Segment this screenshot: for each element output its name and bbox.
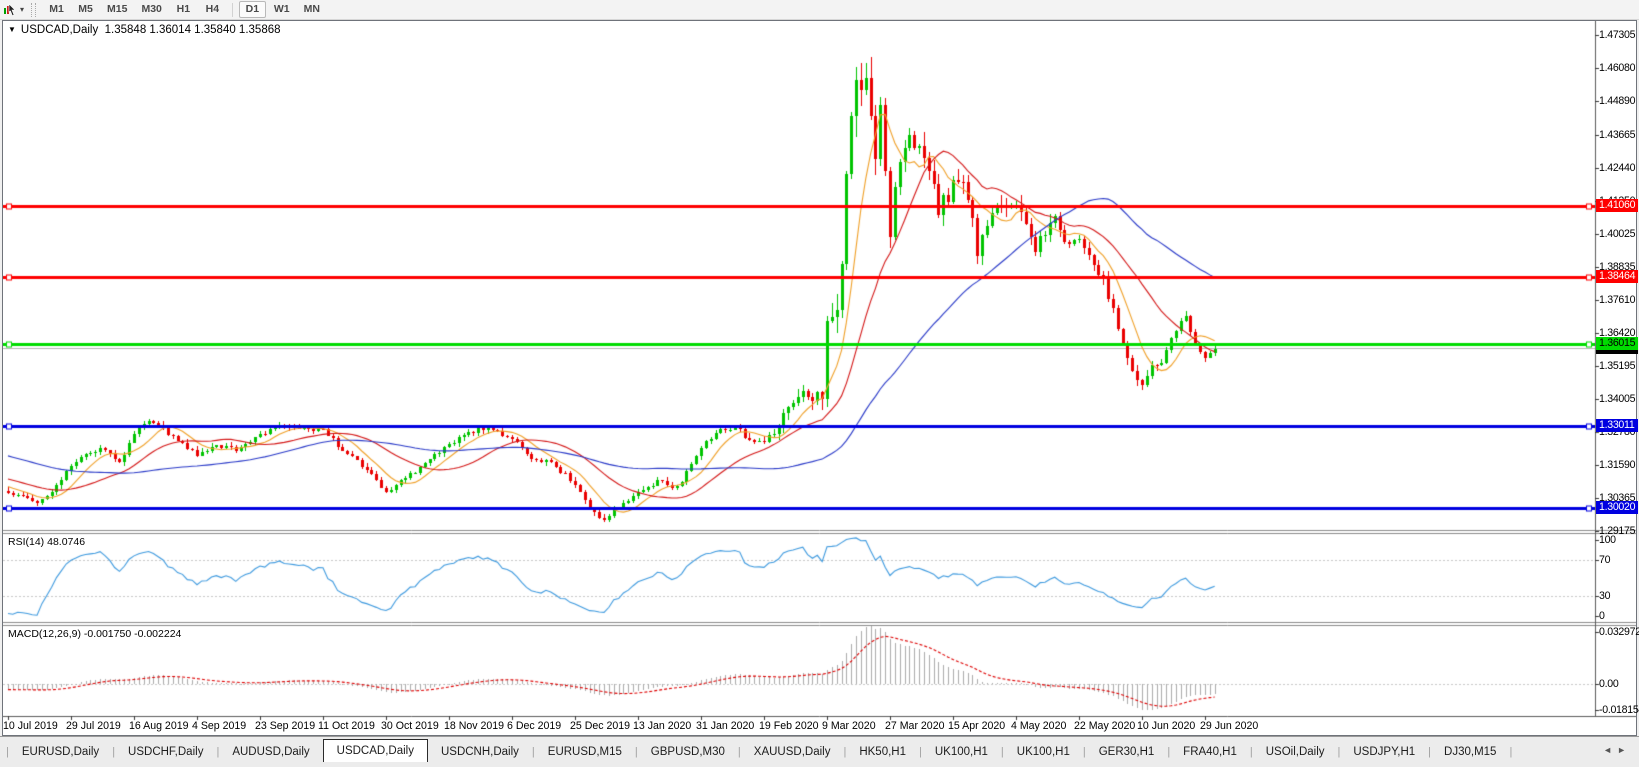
price-tick-label: 1.46080 [1599,62,1636,75]
date-label: 13 Jan 2020 [633,720,692,732]
timeframe-m15-button[interactable]: M15 [101,1,133,18]
hline-price-label: 1.38464 [1596,270,1638,284]
macd-axis-label: 0.032972 [1599,626,1639,638]
tab-usdchf-daily[interactable]: USDCHF,Daily [115,742,216,762]
price-tick-label: 1.34005 [1599,392,1636,405]
tab-scroll-arrows[interactable]: ◄► [1603,745,1631,755]
tab-eurusd-daily[interactable]: EURUSD,Daily [9,742,112,762]
timeframe-m30-button[interactable]: M30 [135,1,167,18]
tab-gbpusd-m30[interactable]: GBPUSD,M30 [638,742,738,762]
rsi-level-label: 70 [1599,554,1611,567]
price-tick-label: 1.40025 [1599,228,1636,241]
tab-audusd-daily[interactable]: AUDUSD,Daily [219,742,322,762]
tab-ger30-h1[interactable]: GER30,H1 [1086,742,1168,762]
chart-title-ohlc: 1.35848 1.36014 1.35840 1.35868 [104,24,281,36]
tool-dropdown-arrow[interactable]: ▾ [20,5,24,14]
tab-usdcad-daily[interactable]: USDCAD,Daily [322,739,428,762]
date-label: 16 Aug 2019 [129,720,189,732]
date-label: 31 Jan 2020 [696,720,755,732]
mt4-terminal: ▾ M1 M5 M15 M30 H1 H4 D1 W1 MN ▼ USDCAD,Daily 1.3… [0,0,1639,767]
date-label: 11 Oct 2019 [318,720,375,732]
price-tick-label: 1.44890 [1599,95,1636,108]
price-tick-label: 1.35195 [1599,360,1636,373]
timeframe-m5-button[interactable]: M5 [72,1,99,18]
chart-title: ▼ USDCAD,Daily 1.35848 1.36014 1.35840 1.… [8,24,281,36]
price-tick-label: 1.42440 [1599,162,1636,174]
tab-usdcnh-daily[interactable]: USDCNH,Daily [428,742,532,762]
timeframe-h1-button[interactable]: H1 [170,1,197,18]
date-label: 4 May 2020 [1011,720,1067,732]
date-label: 19 Feb 2020 [759,720,819,732]
timeframe-mn-button[interactable]: MN [298,1,326,18]
tab-fra40-h1[interactable]: FRA40,H1 [1170,742,1250,762]
tab-scroll-right-icon: ► [1617,745,1631,755]
date-label: 4 Sep 2019 [192,720,247,732]
macd-indicator-label: MACD(12,26,9) -0.001750 -0.002224 [8,628,182,640]
chart-menu-arrow-icon[interactable]: ▼ [8,25,16,34]
date-label: 10 Jun 2020 [1137,720,1196,732]
price-tick-label: 1.37610 [1599,294,1636,307]
hline-price-label: 1.30020 [1596,501,1638,515]
macd-axis-label: -0.018154 [1599,704,1639,716]
chart-title-symbol: USDCAD,Daily [20,24,99,36]
tab-xauusd-daily[interactable]: XAUUSD,Daily [741,742,844,762]
timeframe-h4-button[interactable]: H4 [199,1,226,18]
date-label: 27 Mar 2020 [885,720,945,732]
toolbar-separator [231,2,233,17]
date-label: 10 Jul 2019 [3,720,58,732]
timeframe-d1-button[interactable]: D1 [238,1,266,18]
date-label: 6 Dec 2019 [507,720,562,732]
tab-separator: | [1509,746,1513,758]
chart-tab-bar: | EURUSD,Daily | USDCHF,Daily | AUDUSD,Daily U… [0,736,1639,767]
date-label: 18 Nov 2019 [444,720,505,732]
chart-window: ▼ USDCAD,Daily 1.35848 1.36014 1.35840 1.… [2,20,1639,736]
price-tick-label: 1.47305 [1599,28,1636,41]
date-label: 23 Sep 2019 [255,720,316,732]
macd-axis-label: 0.00 [1599,678,1619,691]
toolbar-drag-handle[interactable] [31,2,37,17]
price-tick-label: 1.31590 [1599,458,1636,471]
timeframe-w1-button[interactable]: W1 [268,1,296,18]
hline-price-label: 1.41060 [1596,199,1638,213]
tab-scroll-left-icon: ◄ [1603,745,1618,755]
date-label: 25 Dec 2019 [570,720,631,732]
tab-uk100-h1[interactable]: UK100,H1 [922,742,1001,762]
price-tick-label: 1.43665 [1599,128,1636,141]
rsi-level-label: 30 [1599,589,1611,602]
date-label: 30 Oct 2019 [381,720,439,732]
hline-price-label: 1.36015 [1596,337,1638,351]
tab-uk100-h1[interactable]: UK100,H1 [1004,742,1083,762]
tab-usoil-daily[interactable]: USOil,Daily [1253,742,1338,762]
rsi-indicator-label: RSI(14) 48.0746 [8,536,86,548]
chart-cursor-icon[interactable] [1,2,19,18]
date-label: 22 May 2020 [1074,720,1136,732]
tab-usdjpy-h1[interactable]: USDJPY,H1 [1340,742,1428,762]
chart-canvas[interactable] [3,21,1636,735]
hline-price-label: 1.33011 [1596,419,1638,433]
timeframe-toolbar: ▾ M1 M5 M15 M30 H1 H4 D1 W1 MN [0,0,1639,20]
timeframe-m1-button[interactable]: M1 [43,1,70,18]
rsi-level-label: 100 [1599,534,1616,546]
rsi-level-label: 0 [1599,610,1605,622]
tab-dj30-m15[interactable]: DJ30,M15 [1431,742,1509,762]
tab-hk50-h1[interactable]: HK50,H1 [846,742,919,762]
date-label: 29 Jul 2019 [66,720,121,732]
date-label: 29 Jun 2020 [1200,720,1259,732]
date-label: 15 Apr 2020 [948,720,1006,732]
date-label: 9 Mar 2020 [822,720,876,732]
tab-eurusd-m15[interactable]: EURUSD,M15 [535,742,635,762]
